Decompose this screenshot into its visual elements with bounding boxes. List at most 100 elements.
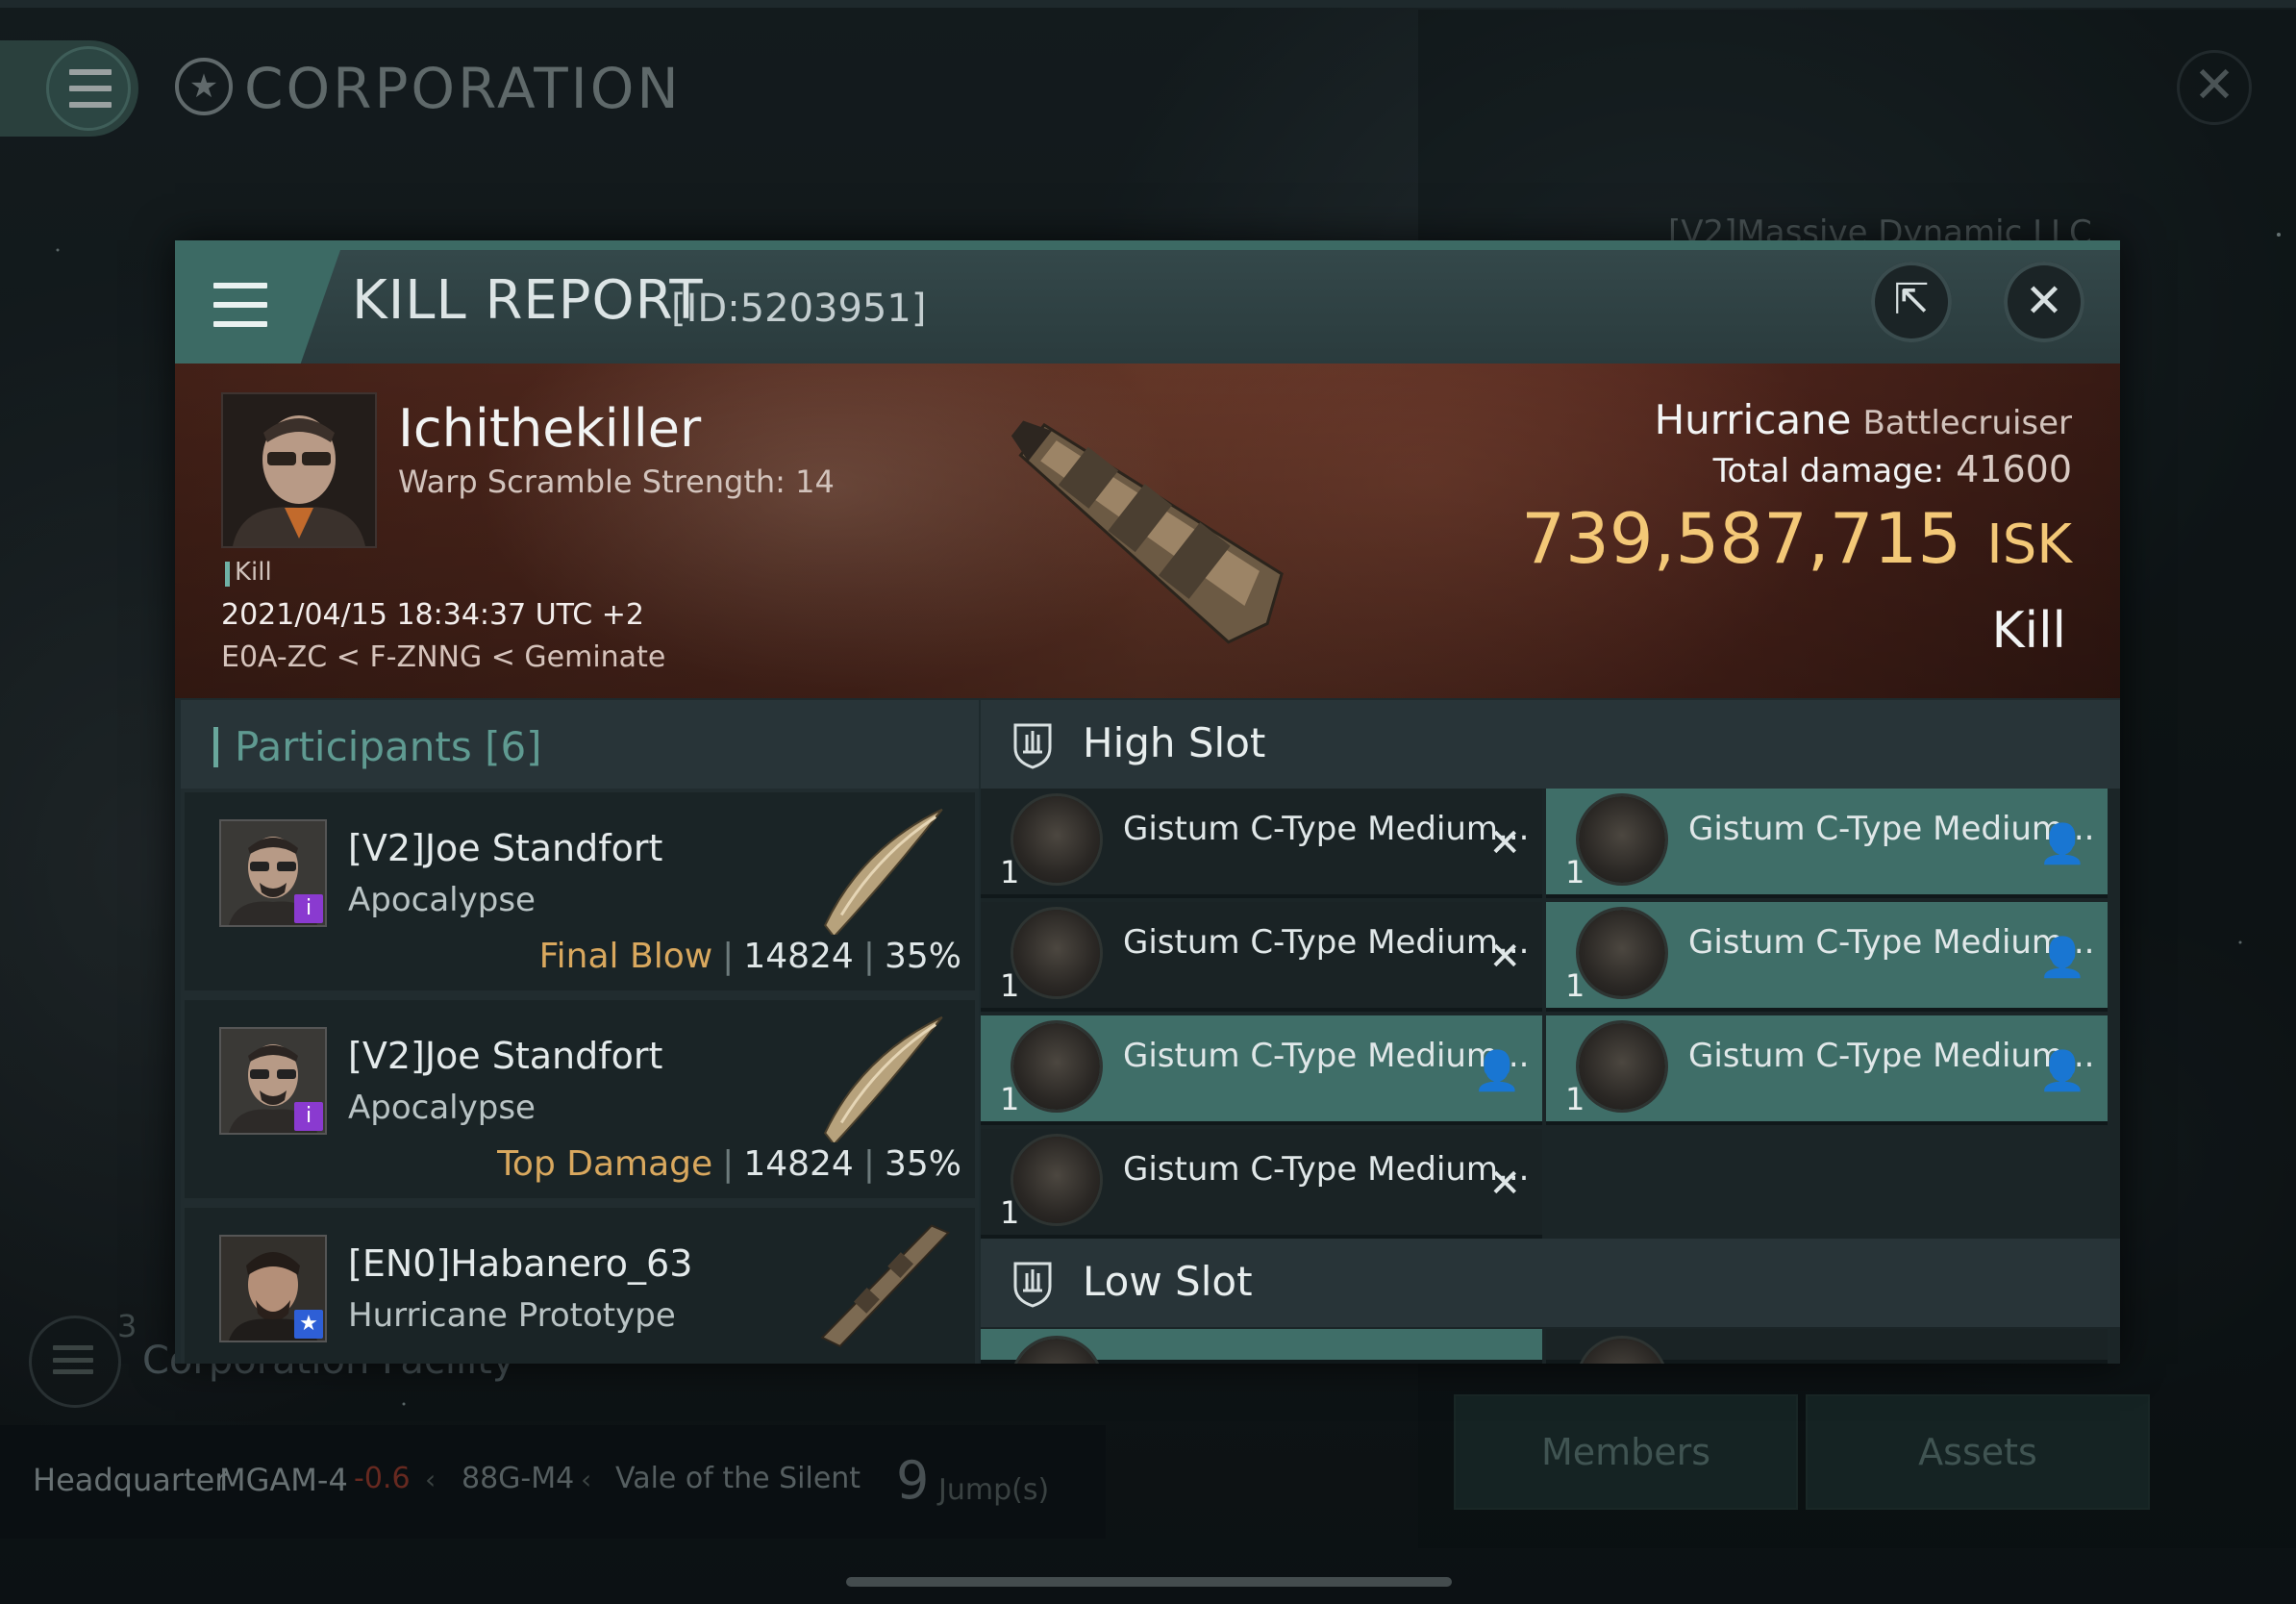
destroyed-icon: ✕ — [1488, 821, 1521, 865]
module-name: Gistum C-Type Medium... — [1123, 1037, 1530, 1075]
kill-report-modal: KILL REPORT [ID:5203951] ⇱ ✕ Ichithekill… — [175, 240, 2120, 1364]
high-slot-icon — [1013, 723, 1052, 769]
participant-stats: Top Damage | 14824 | 35% — [497, 1144, 961, 1184]
low-slot-header: Low Slot — [981, 1239, 2120, 1327]
victim-portrait[interactable] — [221, 392, 377, 548]
module-name: Gistum C-Type Medium... — [1688, 1037, 2095, 1075]
participant-damage: 14824 — [743, 937, 854, 976]
module-slot[interactable] — [981, 1329, 1542, 1364]
participant-row[interactable]: ★ [EN0]Habanero_63 Hurricane Prototype — [185, 1208, 975, 1364]
module-name: Gistum C-Type Medium... — [1123, 810, 1530, 848]
dropped-person-icon: 👤 — [2038, 1049, 2086, 1093]
total-damage-label: Total damage: — [1712, 452, 1945, 490]
ship-name: Hurricane — [1654, 396, 1852, 443]
total-damage-value: 41600 — [1956, 448, 2072, 490]
victim-ship-image — [1011, 420, 1284, 644]
participant-ship: Hurricane Prototype — [348, 1296, 676, 1335]
victim-ship-type[interactable]: Hurricane Battlecruiser — [1655, 396, 2072, 443]
modal-top-accent — [175, 240, 2120, 250]
module-slot[interactable]: 1 Gistum C-Type Medium... 👤 — [981, 1015, 1542, 1125]
module-slot[interactable]: 1 Gistum C-Type Medium... ✕ — [981, 789, 1542, 898]
total-damage: Total damage: 41600 — [1713, 448, 2072, 490]
participants-title: Participants [6] — [235, 723, 542, 770]
participant-name: [EN0]Habanero_63 — [348, 1242, 693, 1285]
participants-marker — [213, 727, 218, 767]
module-name: Gistum C-Type Medium... — [1688, 923, 2095, 962]
turret-icon — [1013, 796, 1100, 883]
module-quantity: 1 — [1565, 967, 1585, 1004]
hamburger-icon — [213, 283, 267, 327]
participant-row[interactable]: i [V2]Joe Standfort Apocalypse Final Blo… — [185, 792, 975, 990]
participant-ship-image — [820, 1224, 951, 1348]
module-name: Gistum C-Type Medium... — [1123, 1150, 1530, 1189]
destroyed-icon: ✕ — [1488, 935, 1521, 979]
close-icon: ✕ — [2024, 274, 2064, 328]
participant-name: [V2]Joe Standfort — [348, 827, 663, 869]
module-quantity: 1 — [1000, 854, 1020, 890]
low-slot-title: Low Slot — [1083, 1258, 1253, 1305]
module-quantity: 1 — [1000, 967, 1020, 1004]
module-icon — [1579, 1339, 1665, 1364]
participant-row[interactable]: i [V2]Joe Standfort Apocalypse Top Damag… — [185, 1000, 975, 1198]
info-badge-icon: i — [294, 894, 323, 923]
high-slot-title: High Slot — [1083, 719, 1266, 766]
ship-class: Battlecruiser — [1862, 404, 2072, 442]
kill-tag-marker — [225, 562, 230, 587]
victim-portrait-image — [223, 394, 375, 546]
participant-ship: Apocalypse — [348, 881, 536, 919]
participant-ship: Apocalypse — [348, 1089, 536, 1127]
participant-avatar: ★ — [219, 1235, 327, 1342]
victim-name[interactable]: Ichithekiller — [398, 398, 701, 459]
module-quantity: 1 — [1565, 854, 1585, 890]
participants-count: [6] — [485, 723, 542, 770]
module-quantity: 1 — [1565, 1081, 1585, 1117]
participant-percent: 35% — [884, 937, 961, 976]
module-slot[interactable]: 1 Gistum C-Type Medium... ✕ — [981, 902, 1542, 1012]
high-slot-header: High Slot — [981, 700, 2120, 789]
info-badge-icon: i — [294, 1102, 323, 1131]
participant-avatar: i — [219, 819, 327, 927]
kill-tag: Kill — [235, 558, 272, 587]
close-button[interactable]: ✕ — [2004, 262, 2084, 342]
low-slot-icon — [1013, 1262, 1052, 1308]
destroyed-icon: ✕ — [1488, 1162, 1521, 1206]
turret-icon — [1579, 796, 1665, 883]
module-icon — [1013, 1339, 1100, 1364]
participant-ship-image — [824, 1015, 943, 1142]
isk-amount: 739,587,715 — [1521, 498, 1962, 579]
dropped-person-icon: 👤 — [2038, 822, 2086, 866]
isk-value: 739,587,715 ISK — [1521, 498, 2072, 579]
turret-icon — [1579, 1023, 1665, 1110]
participant-damage: 14824 — [743, 1144, 854, 1184]
participant-avatar: i — [219, 1027, 327, 1135]
module-slot[interactable]: 1 Gistum C-Type Medium... 👤 — [1546, 789, 2108, 898]
export-icon: ⇱ — [1893, 275, 1930, 324]
warp-scramble-strength: Warp Scramble Strength: 14 — [398, 464, 835, 500]
module-slot[interactable]: 1 Gistum C-Type Medium... 👤 — [1546, 902, 2108, 1012]
kill-result: Kill — [1991, 602, 2066, 660]
module-name: Gistum C-Type Medium... — [1123, 923, 1530, 962]
participant-role: Top Damage — [497, 1144, 713, 1184]
turret-icon — [1013, 1137, 1100, 1223]
module-quantity: 1 — [1000, 1081, 1020, 1117]
modal-title: KILL REPORT — [352, 269, 704, 332]
dropped-person-icon: 👤 — [2038, 936, 2086, 980]
kill-location[interactable]: E0A-ZC < F-ZNNG < Geminate — [221, 640, 665, 674]
dropped-person-icon: 👤 — [1473, 1049, 1521, 1093]
export-button[interactable]: ⇱ — [1871, 262, 1952, 342]
participant-role: Final Blow — [538, 937, 713, 976]
kill-timestamp: 2021/04/15 18:34:37 UTC +2 — [221, 598, 644, 632]
isk-unit: ISK — [1986, 514, 2072, 576]
participant-name: [V2]Joe Standfort — [348, 1035, 663, 1077]
turret-icon — [1013, 1023, 1100, 1110]
module-name: Gistum C-Type Medium... — [1688, 810, 2095, 848]
turret-icon — [1013, 910, 1100, 996]
turret-icon — [1579, 910, 1665, 996]
star-badge-icon: ★ — [294, 1310, 323, 1339]
participant-stats: Final Blow | 14824 | 35% — [538, 937, 961, 976]
participant-ship-image — [824, 808, 943, 935]
kill-report-id: [ID:5203951] — [671, 287, 927, 331]
module-slot[interactable]: 1 Gistum C-Type Medium... ✕ — [981, 1129, 1542, 1239]
module-slot[interactable]: 1 Gistum C-Type Medium... 👤 — [1546, 1015, 2108, 1125]
module-slot[interactable] — [1546, 1329, 2108, 1364]
